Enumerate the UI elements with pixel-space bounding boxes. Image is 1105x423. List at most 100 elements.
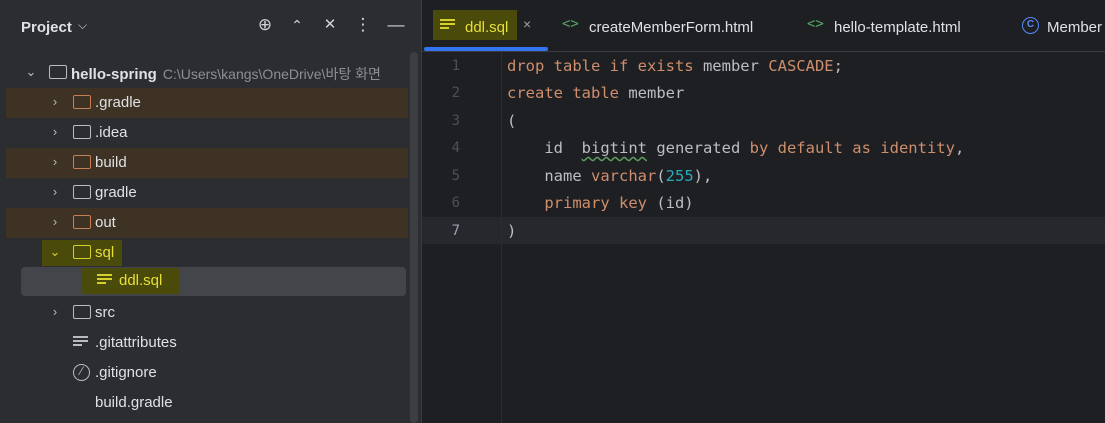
folder-icon	[73, 245, 91, 259]
tree-row-gitattributes[interactable]: .gitattributes	[0, 328, 408, 358]
tree-item-label: gradle	[95, 184, 137, 201]
expand-icon[interactable]: ⌃	[286, 15, 308, 35]
code-token: drop table if exists	[507, 57, 703, 75]
chevron-right-icon[interactable]: ›	[48, 184, 62, 199]
text-file-icon	[440, 19, 455, 32]
project-panel-title[interactable]: Project	[21, 19, 72, 36]
code-line[interactable]: id bigtint generated by default as ident…	[507, 139, 964, 157]
html-icon: <>	[807, 16, 824, 32]
tree-item-label: ddl.sql	[119, 272, 162, 289]
project-scrollbar[interactable]	[410, 52, 418, 423]
tree-row-root[interactable]: ⌄ hello-spring C:\Users\kangs\OneDrive\바탕…	[0, 58, 408, 88]
tab-create-member-form[interactable]: <> createMemberForm.html	[562, 0, 772, 52]
line-number-gutter: 1 2 3 4 5 6 7	[422, 52, 502, 423]
code-line[interactable]: create table member	[507, 84, 684, 102]
code-token: primary key	[544, 194, 647, 212]
tab-hello-template[interactable]: <> hello-template.html	[807, 0, 997, 52]
tree-item-label: build	[95, 154, 127, 171]
current-line-highlight	[422, 217, 1105, 244]
chevron-right-icon[interactable]: ›	[48, 154, 62, 169]
code-token: create table	[507, 84, 628, 102]
tree-row-src[interactable]: › src	[0, 298, 408, 328]
code-token	[507, 194, 544, 212]
tree-row-sql[interactable]: ⌄ sql	[0, 238, 408, 268]
chevron-down-icon[interactable]: ⌄	[48, 244, 62, 260]
code-token: ),	[694, 167, 713, 185]
code-line[interactable]: (	[507, 112, 516, 130]
tree-item-label: build.gradle	[95, 394, 173, 411]
text-file-icon	[97, 274, 112, 287]
chevron-down-icon[interactable]: ⌵	[78, 18, 87, 33]
code-token: bigtint	[582, 139, 647, 157]
tree-item-label: src	[95, 304, 115, 321]
editor-area: ddl.sql × <> createMemberForm.html <> he…	[421, 0, 1105, 423]
tree-item-label: sql	[95, 244, 114, 261]
line-number: 7	[422, 223, 460, 239]
line-number: 4	[422, 140, 460, 156]
tree-row-ddl-sql[interactable]: ddl.sql	[0, 266, 408, 296]
active-tab-indicator	[424, 47, 548, 51]
html-icon: <>	[562, 16, 579, 32]
module-folder-icon	[49, 65, 67, 79]
chevron-right-icon[interactable]: ›	[48, 124, 62, 139]
tab-label: Member	[1047, 19, 1102, 36]
folder-icon	[73, 305, 91, 319]
code-token: member	[628, 84, 684, 102]
tree-item-label: out	[95, 214, 116, 231]
tree-row-out[interactable]: › out	[6, 208, 408, 238]
tab-ddl-sql[interactable]: ddl.sql ×	[430, 0, 550, 52]
code-token: member	[703, 57, 768, 75]
root-name: hello-spring	[71, 66, 157, 83]
code-token: (id)	[647, 194, 694, 212]
folder-icon	[73, 185, 91, 199]
folder-icon	[73, 125, 91, 139]
tree-item-label: .gitattributes	[95, 334, 177, 351]
code-token: 255	[666, 167, 694, 185]
code-token: (	[656, 167, 665, 185]
code-line[interactable]: primary key (id)	[507, 194, 694, 212]
code-token: by default as identity	[750, 139, 955, 157]
tree-row-gitignore[interactable]: ⁄ .gitignore	[0, 358, 408, 388]
folder-icon	[73, 95, 91, 109]
tree-item-label: .gitignore	[95, 364, 157, 381]
class-icon: C	[1022, 17, 1039, 34]
project-panel-header: Project ⌵ ⊕ ⌃ ✕ ⋮ —	[0, 0, 421, 54]
line-number: 3	[422, 113, 460, 129]
tree-row-gradle-cache[interactable]: › .gradle	[6, 88, 408, 118]
code-token: ;	[834, 57, 843, 75]
collapse-icon[interactable]: ✕	[319, 15, 341, 35]
tab-member[interactable]: C Member	[1022, 0, 1105, 52]
tab-label: hello-template.html	[834, 19, 961, 36]
editor-tab-bar: ddl.sql × <> createMemberForm.html <> he…	[422, 0, 1105, 52]
code-token: CASCADE	[768, 57, 833, 75]
tree-row-build-gradle[interactable]: 𐇎 build.gradle	[0, 388, 408, 418]
tree-row-idea[interactable]: › .idea	[0, 118, 408, 148]
code-line[interactable]: name varchar(255),	[507, 167, 712, 185]
chevron-right-icon[interactable]: ›	[48, 214, 62, 229]
code-token: varchar	[591, 167, 656, 185]
chevron-right-icon[interactable]: ›	[48, 304, 62, 319]
code-token: (	[507, 112, 516, 130]
tree-row-gradle[interactable]: › gradle	[0, 178, 408, 208]
code-token: generated	[647, 139, 750, 157]
line-number: 2	[422, 85, 460, 101]
chevron-down-icon[interactable]: ⌄	[24, 64, 38, 80]
code-token: id	[507, 139, 582, 157]
close-icon[interactable]: ×	[523, 16, 531, 32]
chevron-right-icon[interactable]: ›	[48, 94, 62, 109]
line-number: 5	[422, 168, 460, 184]
tab-label: createMemberForm.html	[589, 19, 753, 36]
code-line[interactable]: drop table if exists member CASCADE;	[507, 57, 843, 75]
code-token: )	[507, 222, 516, 240]
project-panel: Project ⌵ ⊕ ⌃ ✕ ⋮ — ⌄ hello-spring C:\Use…	[0, 0, 421, 423]
code-token: ,	[955, 139, 964, 157]
tree-row-build[interactable]: › build	[6, 148, 408, 178]
root-path: C:\Users\kangs\OneDrive\바탕 화면	[163, 66, 381, 82]
code-token: name	[507, 167, 591, 185]
crosshair-icon[interactable]: ⊕	[254, 15, 276, 35]
minimize-icon[interactable]: —	[385, 15, 407, 35]
code-line[interactable]: )	[507, 222, 516, 240]
tree-item-label: .idea	[95, 124, 128, 141]
folder-icon	[73, 155, 91, 169]
more-icon[interactable]: ⋮	[352, 15, 374, 35]
